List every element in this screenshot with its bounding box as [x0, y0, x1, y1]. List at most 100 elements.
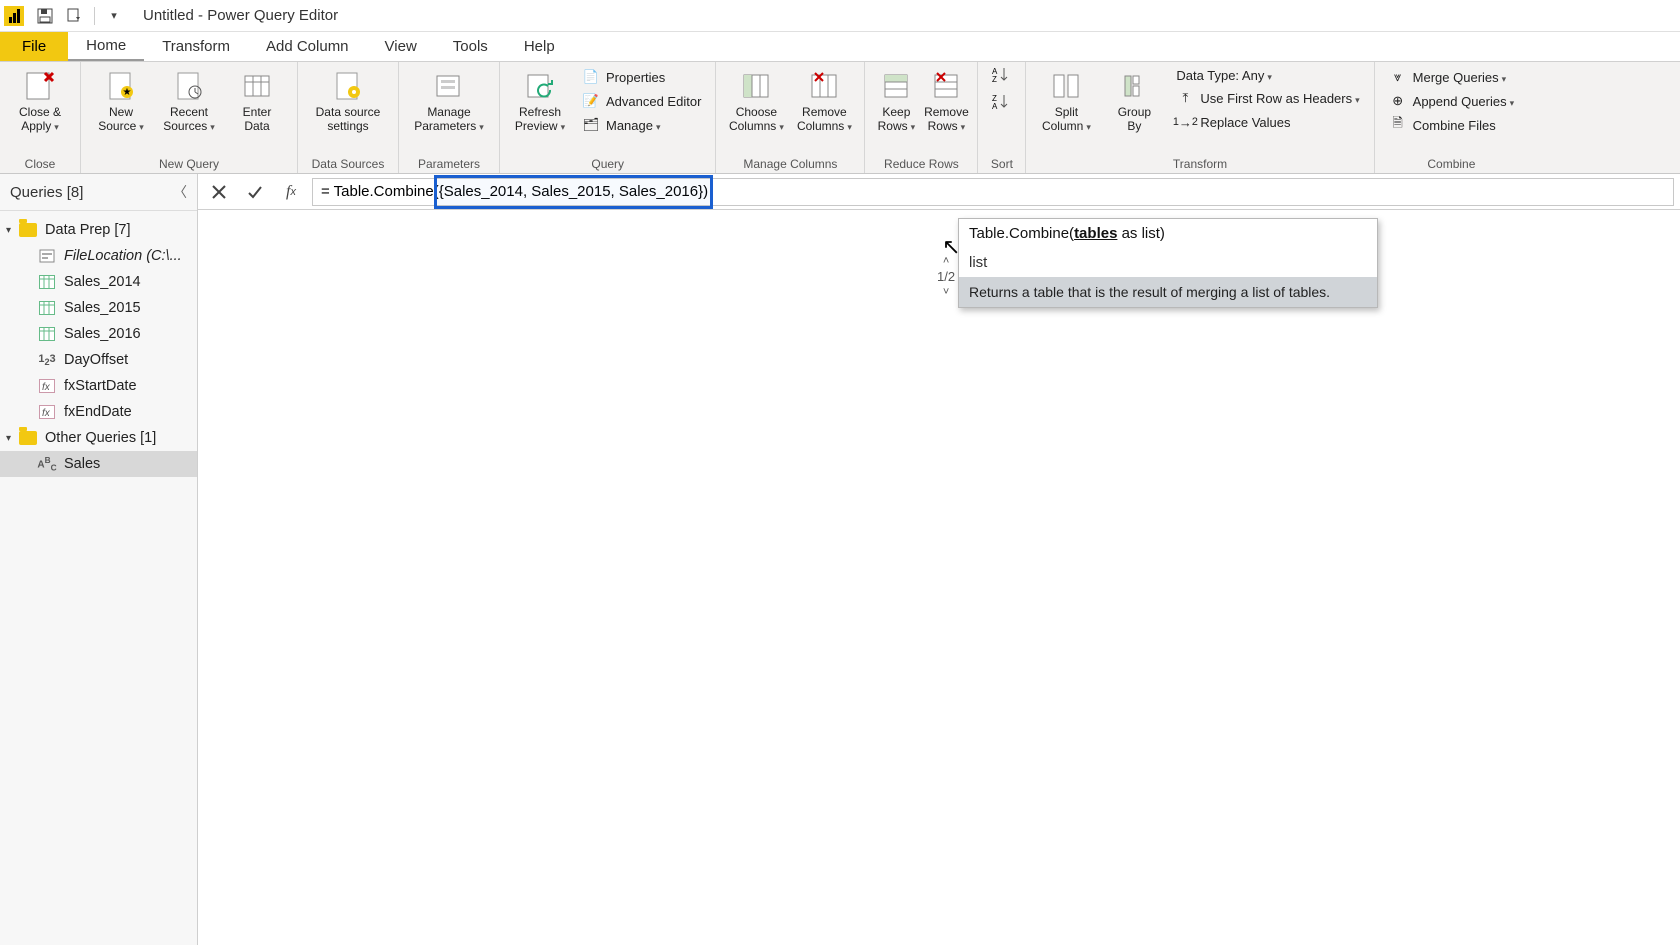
query-item-label: FileLocation (C:\...	[64, 248, 182, 264]
group-sort: AZ ZA Sort	[978, 62, 1026, 173]
group-parameters: Manage Parameters Parameters	[399, 62, 500, 173]
combine-files-icon: 🗎	[1389, 116, 1407, 134]
group-label-combine: Combine	[1383, 155, 1520, 171]
qat-customize-icon[interactable]: ▾	[101, 3, 127, 29]
chevron-up-icon[interactable]: ˄	[943, 255, 949, 267]
keep-rows-icon	[878, 68, 914, 104]
enter-data-button[interactable]: Enter Data	[225, 66, 289, 136]
close-apply-button[interactable]: Close & Apply	[8, 66, 72, 136]
remove-columns-button[interactable]: Remove Columns	[792, 66, 856, 136]
tab-tools[interactable]: Tools	[435, 32, 506, 61]
group-by-button[interactable]: Group By	[1102, 66, 1166, 136]
qat-dropdown-icon[interactable]	[62, 3, 88, 29]
fx-button[interactable]: fx	[276, 178, 306, 206]
titlebar: ▾ Untitled - Power Query Editor	[0, 0, 1680, 32]
app-logo-icon	[4, 6, 24, 26]
ribbon: Close & Apply Close ★ New Source Recent …	[0, 62, 1680, 174]
append-queries-icon: ⊕	[1389, 92, 1407, 110]
manage-parameters-button[interactable]: Manage Parameters	[407, 66, 491, 136]
properties-label: Properties	[606, 70, 665, 85]
query-group-other[interactable]: ▾ Other Queries [1]	[0, 425, 197, 451]
tab-home[interactable]: Home	[68, 32, 144, 61]
sort-asc-button[interactable]: AZ	[992, 66, 1012, 87]
merge-queries-icon: ⩔	[1389, 68, 1407, 86]
merge-queries-button[interactable]: ⩔ Merge Queries	[1383, 66, 1520, 88]
data-type-label: Data Type: Any	[1176, 68, 1271, 83]
tab-transform[interactable]: Transform	[144, 32, 248, 61]
query-item[interactable]: fxfxStartDate	[0, 373, 197, 399]
group-label-query: Query	[508, 155, 707, 171]
tab-file[interactable]: File	[0, 32, 68, 61]
remove-rows-button[interactable]: Remove Rows	[923, 66, 969, 136]
query-item[interactable]: Sales_2016	[0, 321, 197, 347]
chevron-down-icon[interactable]: ˅	[943, 286, 949, 298]
tab-view[interactable]: View	[367, 32, 435, 61]
tooltip-nav-count: 1/2	[937, 269, 955, 284]
queries-pane: Queries [8] 〈 ▾ Data Prep [7] FileLocati…	[0, 174, 198, 945]
query-item-label: Sales_2016	[64, 326, 141, 342]
manage-query-icon: 🗂	[582, 116, 600, 134]
tooltip-param-name: list	[959, 248, 1377, 277]
group-by-icon	[1116, 68, 1152, 104]
data-type-button[interactable]: Data Type: Any	[1170, 66, 1365, 85]
query-type-icon	[38, 274, 56, 290]
query-item-label: Sales	[64, 456, 100, 472]
group-label-parameters: Parameters	[407, 155, 491, 171]
tooltip-nav[interactable]: ˄ 1/2 ˅	[937, 255, 955, 298]
data-source-settings-label: Data source settings	[316, 106, 381, 134]
query-group-label: Other Queries [1]	[45, 430, 156, 446]
query-item[interactable]: ABCSales	[0, 451, 197, 477]
tab-help[interactable]: Help	[506, 32, 573, 61]
new-source-icon: ★	[103, 68, 139, 104]
data-source-settings-icon	[330, 68, 366, 104]
query-item[interactable]: Sales_2014	[0, 269, 197, 295]
chevron-down-icon: ▾	[6, 225, 11, 236]
refresh-preview-button[interactable]: Refresh Preview	[508, 66, 572, 136]
group-combine: ⩔ Merge Queries ⊕ Append Queries 🗎 Combine …	[1375, 62, 1528, 173]
split-column-button[interactable]: Split Column	[1034, 66, 1098, 136]
remove-rows-icon	[928, 68, 964, 104]
query-item[interactable]: Sales_2015	[0, 295, 197, 321]
window-title: Untitled - Power Query Editor	[143, 7, 338, 24]
folder-icon	[19, 223, 37, 237]
replace-values-button[interactable]: 1→2Replace Values	[1170, 111, 1365, 133]
formula-input[interactable]: = Table.Combine({Sales_2014, Sales_2015,…	[312, 178, 1674, 206]
query-type-icon	[38, 300, 56, 316]
formula-highlight-box	[434, 175, 713, 209]
query-item[interactable]: FileLocation (C:\...	[0, 243, 197, 269]
choose-columns-icon	[738, 68, 774, 104]
append-queries-button[interactable]: ⊕ Append Queries	[1383, 90, 1520, 112]
keep-rows-button[interactable]: Keep Rows	[873, 66, 919, 136]
choose-columns-button[interactable]: Choose Columns	[724, 66, 788, 136]
commit-formula-button[interactable]	[240, 178, 270, 206]
first-row-headers-button[interactable]: ⤒Use First Row as Headers	[1170, 87, 1365, 109]
remove-columns-icon	[806, 68, 842, 104]
query-item[interactable]: fxfxEndDate	[0, 399, 197, 425]
cancel-formula-button[interactable]	[204, 178, 234, 206]
query-group-data-prep[interactable]: ▾ Data Prep [7]	[0, 217, 197, 243]
append-queries-label: Append Queries	[1413, 94, 1514, 109]
recent-sources-button[interactable]: Recent Sources	[157, 66, 221, 136]
tab-add-column[interactable]: Add Column	[248, 32, 367, 61]
queries-pane-title: Queries [8]	[10, 184, 83, 201]
intellisense-tooltip: ˄ 1/2 ˅ Table.Combine(tables as list) li…	[958, 218, 1378, 308]
merge-queries-label: Merge Queries	[1413, 70, 1507, 85]
combine-files-button[interactable]: 🗎 Combine Files	[1383, 114, 1520, 136]
query-item[interactable]: 123DayOffset	[0, 347, 197, 373]
svg-text:Z: Z	[992, 75, 997, 84]
sort-desc-button[interactable]: ZA	[992, 93, 1012, 114]
save-icon[interactable]	[32, 3, 58, 29]
group-close: Close & Apply Close	[0, 62, 81, 173]
manage-query-button[interactable]: 🗂Manage	[576, 114, 707, 136]
new-source-button[interactable]: ★ New Source	[89, 66, 153, 136]
properties-button[interactable]: 📄Properties	[576, 66, 707, 88]
advanced-editor-button[interactable]: 📝Advanced Editor	[576, 90, 707, 112]
group-label-manage-columns: Manage Columns	[724, 155, 856, 171]
combine-files-label: Combine Files	[1413, 118, 1496, 133]
query-item-label: DayOffset	[64, 352, 128, 368]
data-source-settings-button[interactable]: Data source settings	[306, 66, 390, 136]
query-type-icon	[38, 326, 56, 342]
tooltip-description: Returns a table that is the result of me…	[959, 277, 1377, 307]
query-type-icon	[38, 248, 56, 264]
collapse-pane-icon[interactable]: 〈	[173, 182, 187, 202]
